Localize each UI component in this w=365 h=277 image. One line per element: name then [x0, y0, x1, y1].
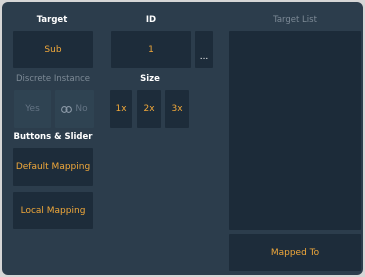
- id-button[interactable]: 1: [111, 31, 191, 68]
- mapping-panel: Target ID Target List Sub 1 ... Discrete…: [2, 2, 363, 275]
- target-button[interactable]: Sub: [13, 31, 93, 68]
- buttons-slider-label: Buttons & Slider: [13, 132, 93, 142]
- size-2x-button[interactable]: 2x: [137, 90, 161, 128]
- target-list[interactable]: [229, 31, 361, 230]
- target-label: Target: [36, 15, 68, 25]
- discrete-yes-button[interactable]: Yes: [14, 90, 51, 128]
- discrete-instance-label: Discrete Instance: [16, 74, 90, 84]
- mapped-to-button[interactable]: Mapped To: [229, 234, 361, 271]
- discrete-no-button[interactable]: No: [55, 90, 94, 128]
- local-mapping-button[interactable]: Local Mapping: [13, 192, 93, 229]
- id-label: ID: [145, 15, 157, 25]
- size-1x-button[interactable]: 1x: [110, 90, 132, 128]
- link-icon: [61, 105, 73, 113]
- size-3x-button[interactable]: 3x: [165, 90, 189, 128]
- size-label: Size: [140, 74, 160, 84]
- discrete-no-label: No: [75, 104, 88, 114]
- id-more-button[interactable]: ...: [195, 31, 213, 68]
- target-list-label: Target List: [273, 15, 317, 25]
- default-mapping-button[interactable]: Default Mapping: [13, 148, 93, 186]
